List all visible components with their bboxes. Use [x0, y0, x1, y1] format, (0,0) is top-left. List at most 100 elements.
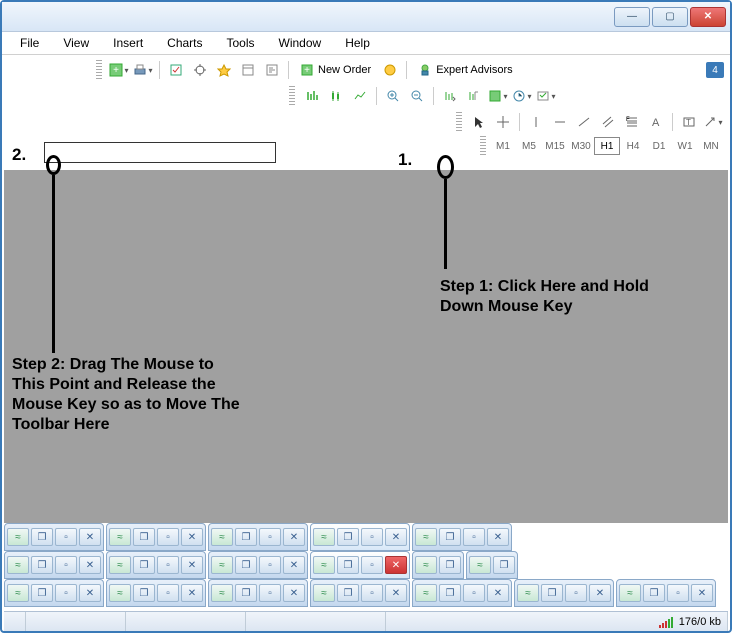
- chart-tab-restore-button[interactable]: ❐: [439, 584, 461, 602]
- chart-tab-max-button[interactable]: ▫: [259, 528, 281, 546]
- toolbar-grip[interactable]: [289, 86, 295, 106]
- chart-tab-close-button[interactable]: ✕: [283, 528, 305, 546]
- chart-tab-chart-button[interactable]: ≈: [109, 556, 131, 574]
- chart-tab-chart-button[interactable]: ≈: [7, 556, 29, 574]
- chart-window-tab[interactable]: ≈❐▫✕: [4, 579, 104, 607]
- chart-tab-restore-button[interactable]: ❐: [337, 556, 359, 574]
- chart-tab-close-button[interactable]: ✕: [79, 584, 101, 602]
- chart-tab-restore-button[interactable]: ❐: [541, 584, 563, 602]
- equidistant-channel-button[interactable]: [597, 112, 619, 132]
- chart-tab-restore-button[interactable]: ❐: [439, 528, 461, 546]
- fibonacci-button[interactable]: F: [621, 112, 643, 132]
- text-label-button[interactable]: T: [678, 112, 700, 132]
- chart-tab-close-button[interactable]: ✕: [181, 556, 203, 574]
- zoom-out-button[interactable]: [406, 86, 428, 106]
- chart-window-tab[interactable]: ≈❐▫✕: [310, 579, 410, 607]
- periodicity-button[interactable]: ▾: [511, 86, 533, 106]
- chart-tab-chart-button[interactable]: ≈: [211, 528, 233, 546]
- chart-tab-close-button[interactable]: ✕: [283, 584, 305, 602]
- chart-tab-restore-button[interactable]: ❐: [31, 556, 53, 574]
- menu-window[interactable]: Window: [269, 34, 332, 52]
- connection-status[interactable]: 176/0 kb: [653, 612, 728, 631]
- timeframe-m1[interactable]: M1: [490, 137, 516, 155]
- data-window-button[interactable]: [237, 60, 259, 80]
- maximize-button[interactable]: ▢: [652, 7, 688, 27]
- chart-tab-chart-button[interactable]: ≈: [313, 584, 335, 602]
- new-chart-button[interactable]: +▾: [108, 60, 130, 80]
- chart-window-tab[interactable]: ≈❐▫✕: [412, 579, 512, 607]
- chart-tab-chart-button[interactable]: ≈: [109, 528, 131, 546]
- chart-tab-restore-button[interactable]: ❐: [337, 528, 359, 546]
- chart-tab-max-button[interactable]: ▫: [259, 584, 281, 602]
- candle-chart-button[interactable]: [325, 86, 347, 106]
- vertical-line-button[interactable]: [525, 112, 547, 132]
- chart-tab-close-button[interactable]: ✕: [487, 528, 509, 546]
- chart-tab-close-button[interactable]: ✕: [487, 584, 509, 602]
- chart-tab-chart-button[interactable]: ≈: [415, 584, 437, 602]
- chart-tab-max-button[interactable]: ▫: [55, 528, 77, 546]
- chart-tab-chart-button[interactable]: ≈: [313, 556, 335, 574]
- bar-chart-button[interactable]: [301, 86, 323, 106]
- timeframe-d1[interactable]: D1: [646, 137, 672, 155]
- chart-tab-close-button[interactable]: ✕: [283, 556, 305, 574]
- chart-window-tab[interactable]: ≈❐▫✕: [208, 523, 308, 551]
- navigator-button[interactable]: [261, 60, 283, 80]
- templates-button[interactable]: ▾: [535, 86, 557, 106]
- timeframe-mn[interactable]: MN: [698, 137, 724, 155]
- chart-window-tab[interactable]: ≈❐▫✕: [208, 551, 308, 579]
- chart-tab-restore-button[interactable]: ❐: [133, 528, 155, 546]
- chart-tab-chart-button[interactable]: ≈: [7, 528, 29, 546]
- chart-window-tab[interactable]: ≈❐▫✕: [310, 551, 410, 579]
- menu-charts[interactable]: Charts: [157, 34, 212, 52]
- chart-tab-max-button[interactable]: ▫: [361, 556, 383, 574]
- chart-tab-restore-button[interactable]: ❐: [133, 584, 155, 602]
- indicator-badge[interactable]: 4: [706, 62, 724, 78]
- timeframe-m15[interactable]: M15: [542, 137, 568, 155]
- chart-tab-close-button[interactable]: ✕: [181, 528, 203, 546]
- indicators-button[interactable]: ▾: [487, 86, 509, 106]
- timeframe-m30[interactable]: M30: [568, 137, 594, 155]
- chart-window-tab[interactable]: ≈❐▫✕: [616, 579, 716, 607]
- chart-tab-close-button[interactable]: ✕: [385, 528, 407, 546]
- profiles-button[interactable]: [165, 60, 187, 80]
- chart-tab-max-button[interactable]: ▫: [463, 528, 485, 546]
- chart-tab-chart-button[interactable]: ≈: [313, 528, 335, 546]
- timeframe-w1[interactable]: W1: [672, 137, 698, 155]
- chart-tab-max-button[interactable]: ▫: [157, 528, 179, 546]
- chart-tab-close-button[interactable]: ✕: [385, 556, 407, 574]
- chart-tab-chart-button[interactable]: ≈: [211, 584, 233, 602]
- crosshair-icon[interactable]: [189, 60, 211, 80]
- toolbar-grip-periods[interactable]: [480, 136, 486, 156]
- chart-tab-max-button[interactable]: ▫: [157, 556, 179, 574]
- chart-window-tab[interactable]: ≈❐▫✕: [4, 523, 104, 551]
- new-order-button[interactable]: + New Order: [294, 60, 377, 80]
- trendline-button[interactable]: [573, 112, 595, 132]
- chart-tab-close-button[interactable]: ✕: [79, 556, 101, 574]
- chart-window-tab[interactable]: ≈❐: [412, 551, 464, 579]
- chart-window-tab[interactable]: ≈❐▫✕: [106, 523, 206, 551]
- chart-tab-restore-button[interactable]: ❐: [493, 556, 515, 574]
- chart-window-tab[interactable]: ≈❐▫✕: [4, 551, 104, 579]
- chart-tab-close-button[interactable]: ✕: [691, 584, 713, 602]
- expert-advisors-button[interactable]: Expert Advisors: [412, 60, 518, 80]
- chart-tab-chart-button[interactable]: ≈: [619, 584, 641, 602]
- cursor-button[interactable]: [468, 112, 490, 132]
- chart-tab-chart-button[interactable]: ≈: [7, 584, 29, 602]
- chart-window-tab[interactable]: ≈❐▫✕: [514, 579, 614, 607]
- chart-tab-close-button[interactable]: ✕: [385, 584, 407, 602]
- chart-tab-restore-button[interactable]: ❐: [643, 584, 665, 602]
- menu-help[interactable]: Help: [335, 34, 380, 52]
- chart-tab-restore-button[interactable]: ❐: [337, 584, 359, 602]
- chart-tab-chart-button[interactable]: ≈: [415, 556, 437, 574]
- chart-tab-max-button[interactable]: ▫: [55, 556, 77, 574]
- timeframe-m5[interactable]: M5: [516, 137, 542, 155]
- chart-tab-max-button[interactable]: ▫: [565, 584, 587, 602]
- menu-file[interactable]: File: [10, 34, 49, 52]
- zoom-in-button[interactable]: [382, 86, 404, 106]
- text-button[interactable]: A: [645, 112, 667, 132]
- timeframe-h4[interactable]: H4: [620, 137, 646, 155]
- chart-window-tab[interactable]: ≈❐▫✕: [106, 579, 206, 607]
- chart-window-tab[interactable]: ≈❐▫✕: [310, 523, 410, 551]
- chart-tab-restore-button[interactable]: ❐: [235, 584, 257, 602]
- minimize-button[interactable]: —: [614, 7, 650, 27]
